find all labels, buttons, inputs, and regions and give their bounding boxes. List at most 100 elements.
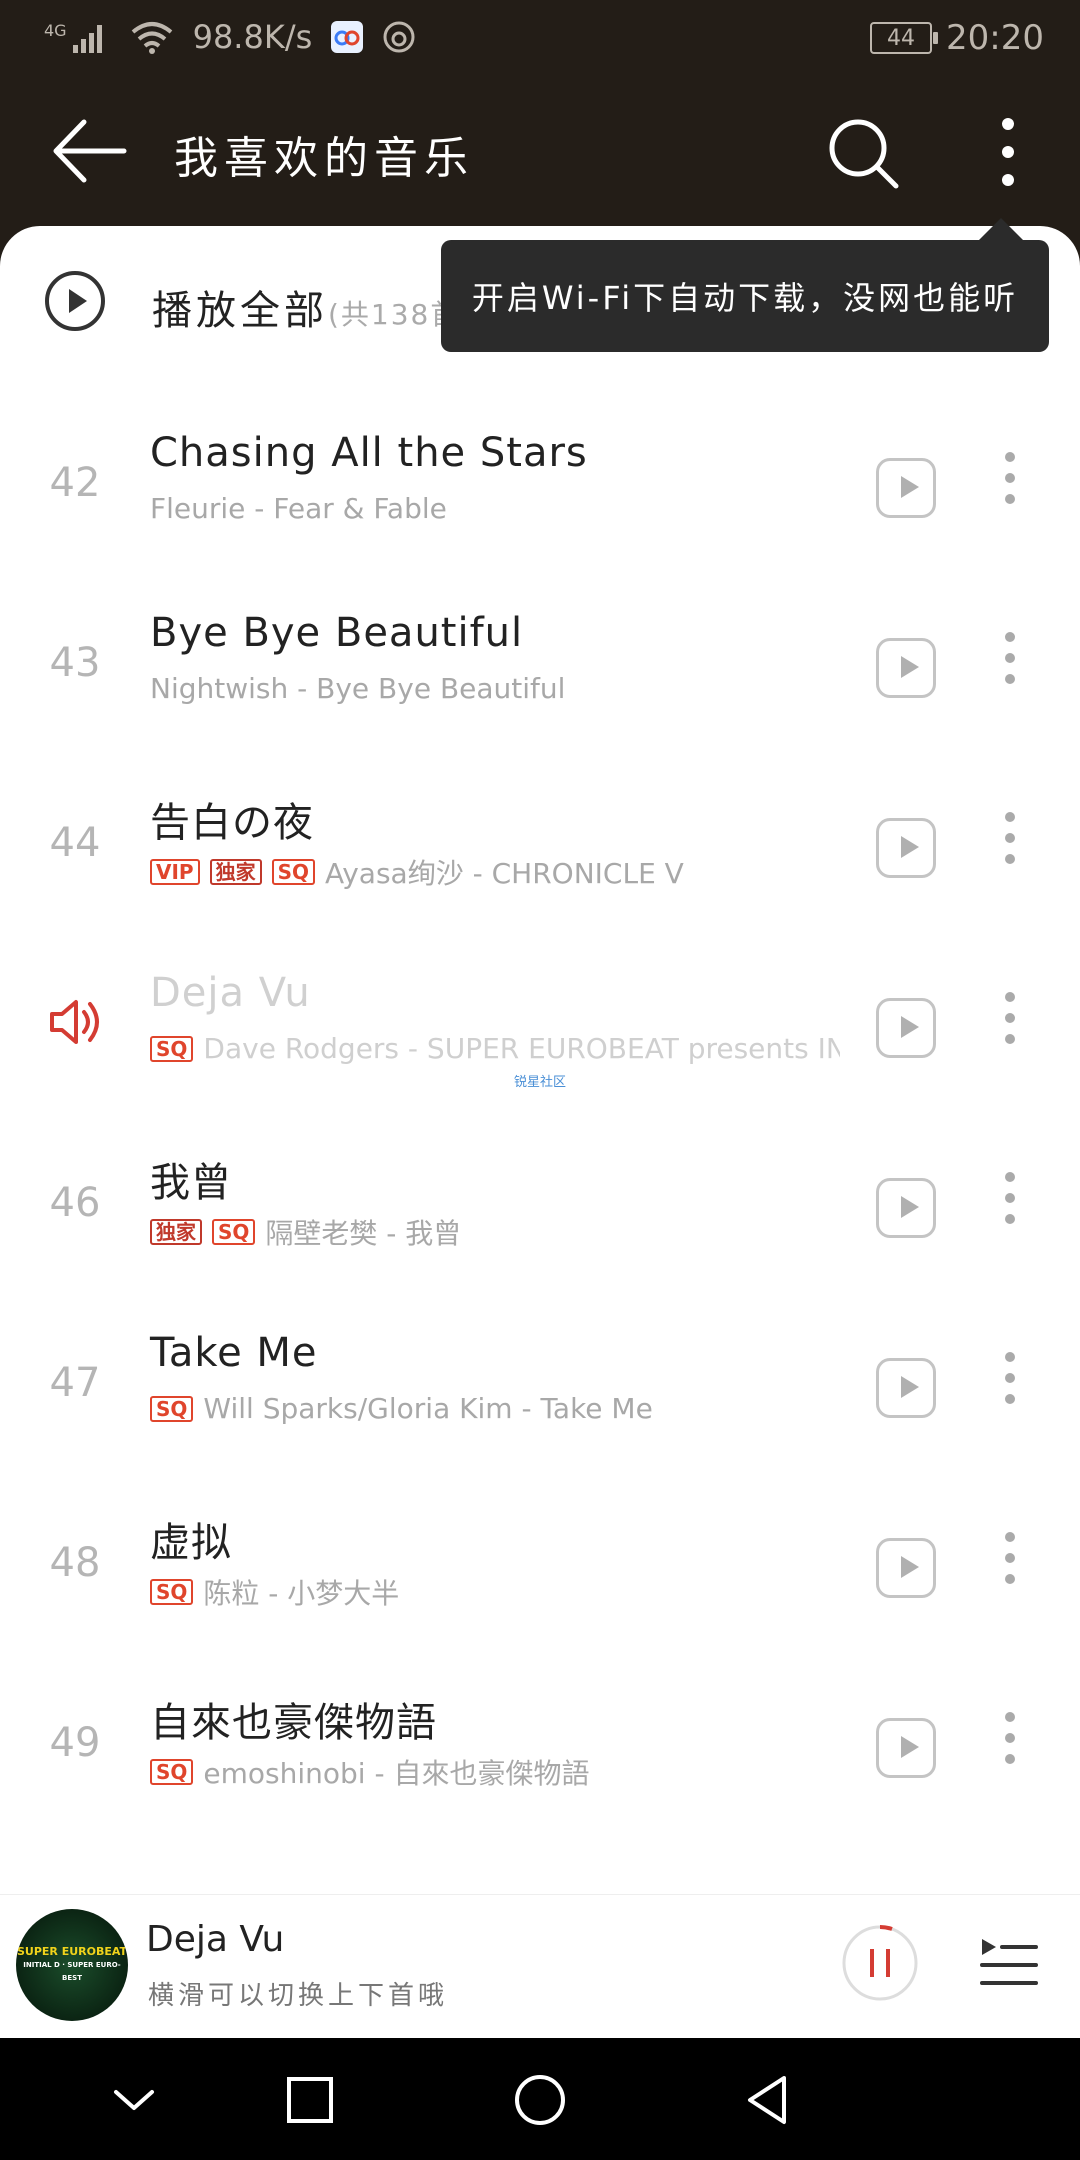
pause-icon[interactable] bbox=[840, 1923, 920, 2003]
song-more-icon[interactable] bbox=[992, 632, 1028, 704]
song-row[interactable]: 44 告白の夜 VIP 独家 SQ Ayasa绚沙 - CHRONICLE V bbox=[0, 760, 1080, 940]
song-more-icon[interactable] bbox=[992, 1352, 1028, 1424]
sq-badge: SQ bbox=[150, 1395, 194, 1422]
battery-level: 44 bbox=[887, 25, 916, 51]
search-icon[interactable] bbox=[826, 116, 900, 190]
more-options-icon[interactable] bbox=[990, 114, 1026, 190]
play-video-icon[interactable] bbox=[876, 1178, 936, 1238]
cover-title: SUPER EUROBEAT bbox=[16, 1945, 128, 1958]
play-all-icon[interactable] bbox=[44, 270, 106, 332]
play-video-icon[interactable] bbox=[876, 998, 936, 1058]
tooltip-text: 开启Wi-Fi下自动下载，没网也能听 bbox=[471, 279, 1019, 317]
play-video-icon[interactable] bbox=[876, 1718, 936, 1778]
signal-icon: 4G bbox=[44, 21, 111, 53]
song-subtitle: Will Sparks/Gloria Kim - Take Me bbox=[203, 1392, 653, 1425]
status-bar: 4G 98.8K/s 44 20:20 bbox=[0, 0, 1080, 80]
song-subtitle: 隔壁老樊 - 我曾 bbox=[265, 1217, 462, 1250]
song-index: 42 bbox=[49, 460, 101, 506]
wifi-icon bbox=[131, 22, 172, 54]
vip-badge: VIP bbox=[150, 859, 200, 885]
song-subtitle: Dave Rodgers - SUPER EUROBEAT presents I… bbox=[203, 1032, 840, 1065]
sq-badge: SQ bbox=[212, 1219, 256, 1245]
song-row[interactable]: 48 虚拟 SQ 陈粒 - 小梦大半 bbox=[0, 1480, 1080, 1660]
song-title: 自來也豪傑物語 bbox=[150, 1700, 437, 1746]
song-row[interactable]: 43 Bye Bye Beautiful Nightwish - Bye Bye… bbox=[0, 580, 1080, 760]
nav-collapse-icon[interactable] bbox=[106, 2072, 162, 2128]
nav-home-icon[interactable] bbox=[512, 2072, 568, 2128]
play-all-text: 播放全部 bbox=[152, 288, 328, 334]
mini-player[interactable]: SUPER EUROBEAT INITIAL D · SUPER EURO-BES… bbox=[0, 1894, 1080, 2039]
app-bar: 我喜欢的音乐 bbox=[0, 80, 1080, 220]
nav-back-icon[interactable] bbox=[740, 2072, 796, 2128]
player-hint: 横滑可以切换上下首哦 bbox=[148, 1981, 449, 2011]
song-artist-album: VIP 独家 SQ Ayasa绚沙 - CHRONICLE V bbox=[150, 852, 684, 892]
song-row[interactable]: 47 Take Me SQ Will Sparks/Gloria Kim - T… bbox=[0, 1300, 1080, 1480]
sq-badge: SQ bbox=[150, 1759, 194, 1785]
clock: 20:20 bbox=[946, 18, 1044, 58]
nav-recents-icon[interactable] bbox=[282, 2072, 338, 2128]
exclusive-badge: 独家 bbox=[209, 859, 262, 885]
song-subtitle: 陈粒 - 小梦大半 bbox=[203, 1577, 400, 1610]
play-video-icon[interactable] bbox=[876, 1538, 936, 1598]
play-all-label: 播放全部(共138首) bbox=[152, 278, 473, 336]
song-title: Chasing All the Stars bbox=[150, 430, 588, 476]
song-row[interactable]: 42 Chasing All the Stars Fleurie - Fear … bbox=[0, 400, 1080, 580]
song-index: 46 bbox=[49, 1180, 101, 1226]
sq-badge: SQ bbox=[150, 1035, 194, 1062]
wifi-download-tooltip[interactable]: 开启Wi-Fi下自动下载，没网也能听 bbox=[441, 218, 1049, 352]
system-nav-bar bbox=[0, 2038, 1080, 2160]
song-artist-album: Nightwish - Bye Bye Beautiful bbox=[150, 672, 565, 705]
play-video-icon[interactable] bbox=[876, 818, 936, 878]
song-more-icon[interactable] bbox=[992, 1172, 1028, 1244]
cloud-app-icon bbox=[331, 21, 364, 53]
song-subtitle: Fleurie - Fear & Fable bbox=[150, 492, 447, 525]
now-playing-speaker-icon bbox=[50, 1000, 99, 1044]
song-artist-album: SQ emoshinobi - 自來也豪傑物語 bbox=[150, 1752, 590, 1792]
exclusive-badge: 独家 bbox=[150, 1219, 202, 1245]
song-artist-album: SQ Dave Rodgers - SUPER EUROBEAT present… bbox=[150, 1032, 840, 1065]
playlist-queue-icon[interactable] bbox=[978, 1933, 1038, 1993]
song-row[interactable]: 46 我曾 独家 SQ 隔壁老樊 - 我曾 bbox=[0, 1120, 1080, 1300]
sq-badge: SQ bbox=[150, 1579, 194, 1605]
play-video-icon[interactable] bbox=[876, 1358, 936, 1418]
song-index: 49 bbox=[49, 1720, 101, 1766]
sq-badge: SQ bbox=[271, 859, 315, 885]
song-artist-album: Fleurie - Fear & Fable bbox=[150, 492, 447, 525]
song-row[interactable]: 49 自來也豪傑物語 SQ emoshinobi - 自來也豪傑物語 bbox=[0, 1660, 1080, 1840]
song-subtitle: Nightwish - Bye Bye Beautiful bbox=[150, 672, 566, 705]
song-subtitle: emoshinobi - 自來也豪傑物語 bbox=[203, 1757, 590, 1790]
song-more-icon[interactable] bbox=[992, 992, 1028, 1064]
song-more-icon[interactable] bbox=[992, 1532, 1028, 1604]
song-more-icon[interactable] bbox=[992, 812, 1028, 884]
player-song-title: Deja Vu bbox=[146, 1919, 285, 1960]
song-artist-album: SQ 陈粒 - 小梦大半 bbox=[150, 1572, 399, 1612]
song-list-sheet: 播放全部(共138首) 42 Chasing All the Stars Fle… bbox=[0, 226, 1080, 1894]
song-row-playing[interactable]: Deja Vu SQ Dave Rodgers - SUPER EUROBEAT… bbox=[0, 940, 1080, 1120]
netease-app-icon bbox=[383, 21, 415, 53]
song-index: 48 bbox=[49, 1540, 101, 1586]
album-cover[interactable]: SUPER EUROBEAT INITIAL D · SUPER EURO-BES… bbox=[16, 1909, 128, 2021]
song-index: 44 bbox=[49, 820, 101, 866]
network-speed: 98.8K/s bbox=[192, 18, 313, 56]
song-subtitle: Ayasa绚沙 - CHRONICLE V bbox=[324, 857, 684, 890]
song-index: 47 bbox=[49, 1360, 101, 1406]
page-title: 我喜欢的音乐 bbox=[174, 133, 474, 184]
song-title: Bye Bye Beautiful bbox=[150, 610, 524, 656]
song-title: Deja Vu bbox=[150, 970, 311, 1016]
song-title: 虚拟 bbox=[150, 1520, 232, 1566]
battery-icon: 44 bbox=[870, 22, 939, 54]
network-label: 4G bbox=[44, 21, 67, 40]
song-title: 告白の夜 bbox=[150, 800, 314, 846]
song-more-icon[interactable] bbox=[992, 452, 1028, 524]
song-title: Take Me bbox=[150, 1330, 318, 1376]
cover-subtitle: INITIAL D · SUPER EURO-BEST bbox=[23, 1961, 121, 1982]
play-video-icon[interactable] bbox=[876, 458, 936, 518]
song-index: 43 bbox=[49, 640, 101, 686]
watermark-text: 锐星社区 bbox=[514, 1075, 567, 1090]
play-video-icon[interactable] bbox=[876, 638, 936, 698]
song-artist-album: 独家 SQ 隔壁老樊 - 我曾 bbox=[150, 1212, 461, 1252]
song-title: 我曾 bbox=[150, 1160, 232, 1206]
song-more-icon[interactable] bbox=[992, 1712, 1028, 1784]
back-arrow-icon[interactable] bbox=[48, 116, 128, 186]
song-artist-album: SQ Will Sparks/Gloria Kim - Take Me bbox=[150, 1392, 653, 1425]
